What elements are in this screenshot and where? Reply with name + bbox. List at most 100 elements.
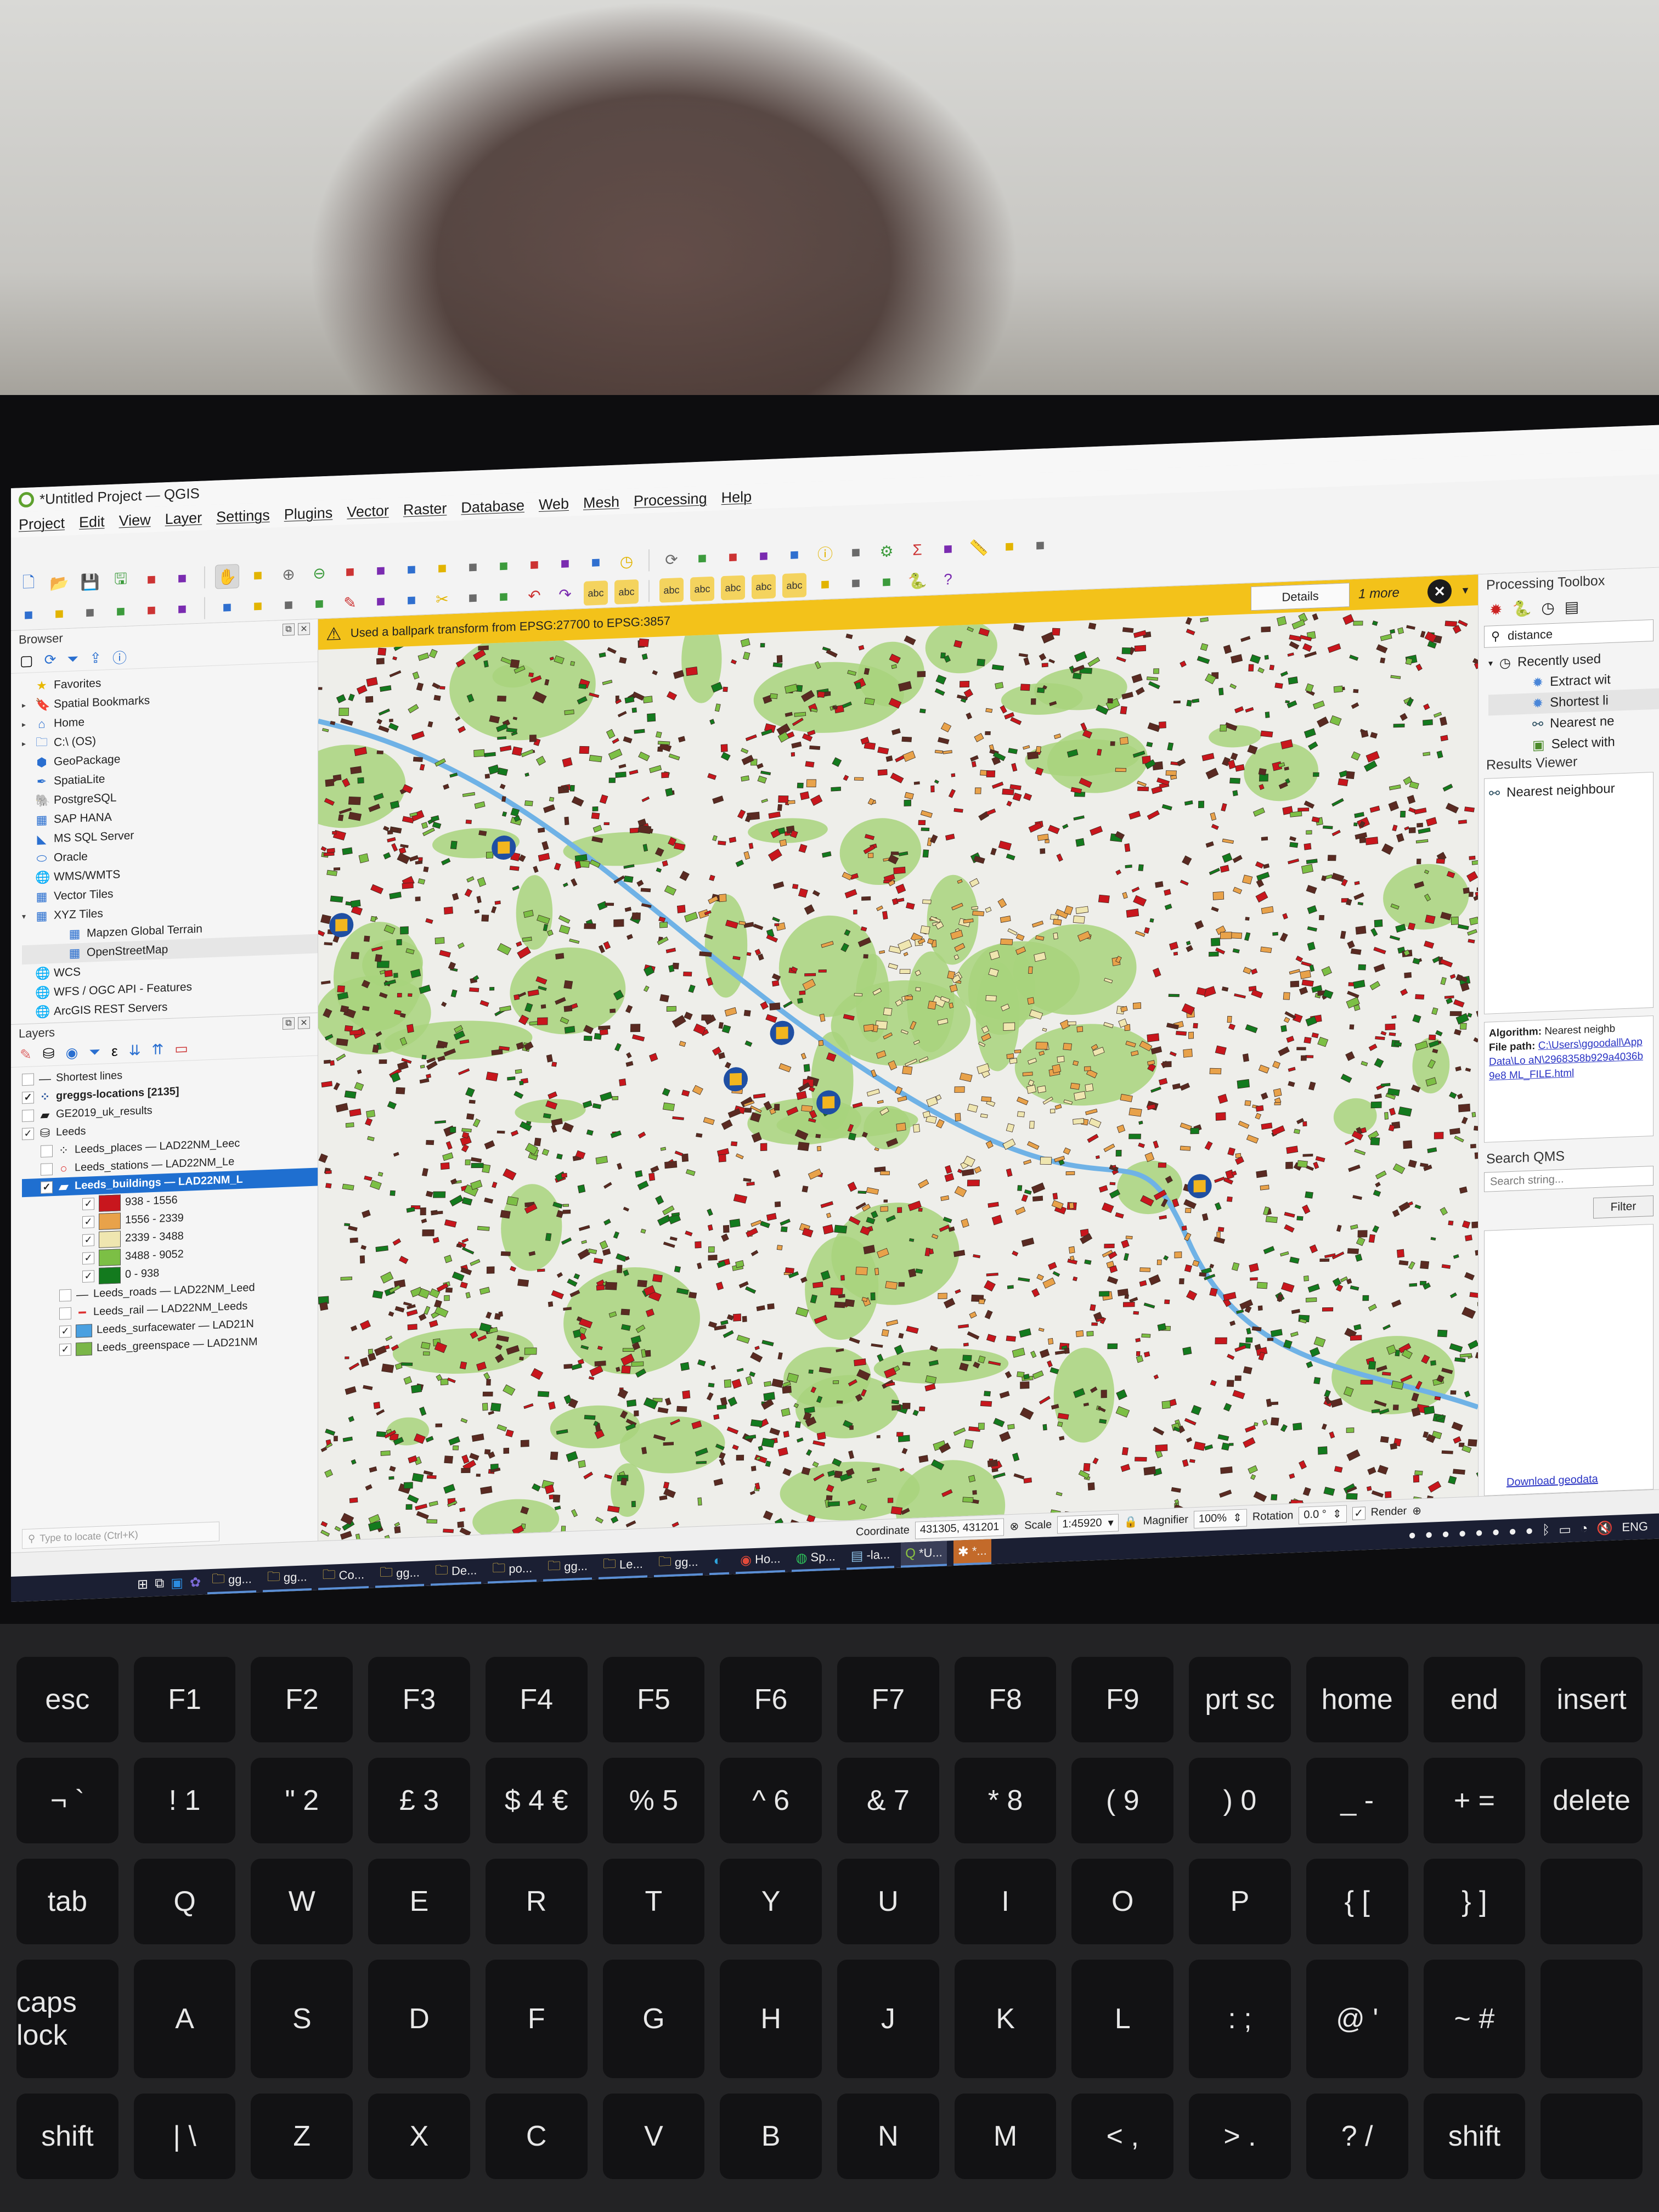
- expand-arrow-icon[interactable]: ▸: [22, 701, 30, 710]
- filter-expression-icon[interactable]: ε: [111, 1043, 118, 1060]
- input-language[interactable]: ENG: [1622, 1519, 1648, 1534]
- keyboard-key[interactable]: home: [1306, 1657, 1408, 1742]
- keyboard-key[interactable]: T: [602, 1859, 705, 1944]
- keyboard-key[interactable]: F6: [720, 1657, 822, 1742]
- tray-app-icon[interactable]: ●: [1408, 1528, 1417, 1544]
- checkbox-checked[interactable]: ✓: [82, 1269, 94, 1283]
- volume-muted-icon[interactable]: 🔇: [1596, 1520, 1613, 1536]
- remove-layer-icon[interactable]: ▭: [174, 1040, 188, 1058]
- add-selected-layers-icon[interactable]: ▢: [20, 652, 33, 669]
- mesh-layer-icon[interactable]: ■: [170, 596, 194, 622]
- keyboard-key[interactable]: D: [368, 1960, 470, 2078]
- processing-search[interactable]: ⚲ distance: [1484, 619, 1654, 648]
- add-group-icon[interactable]: ⛁: [43, 1045, 55, 1063]
- keyboard-key[interactable]: F: [485, 1960, 588, 2078]
- style-manager-icon[interactable]: ■: [170, 566, 194, 591]
- taskbar-app[interactable]: 🗀 gg...: [653, 1550, 703, 1577]
- open-project-icon[interactable]: 📂: [47, 571, 71, 596]
- checkbox-checked[interactable]: ✓: [22, 1091, 34, 1104]
- scale-field[interactable]: 1:45920 ▾: [1057, 1513, 1119, 1534]
- keyboard-key[interactable]: F2: [251, 1657, 353, 1742]
- spatialite-icon[interactable]: ■: [109, 599, 133, 624]
- keyboard-key[interactable]: [1541, 1859, 1643, 1944]
- taskbar-app[interactable]: 🗀 gg...: [262, 1565, 312, 1593]
- checkbox-unchecked[interactable]: [41, 1144, 53, 1158]
- menu-help[interactable]: Help: [721, 488, 752, 506]
- identify-icon[interactable]: ⓘ: [813, 541, 837, 566]
- keyboard-key[interactable]: ^ 6: [720, 1758, 822, 1843]
- collapse-all-icon[interactable]: ⇈: [151, 1041, 163, 1058]
- keyboard-key[interactable]: P: [1189, 1859, 1291, 1944]
- taskbar-app[interactable]: Q *U...: [901, 1541, 947, 1568]
- menu-edit[interactable]: Edit: [79, 513, 105, 531]
- manage-visibility-icon[interactable]: ◉: [66, 1044, 78, 1062]
- checkbox-checked[interactable]: ✓: [41, 1181, 53, 1194]
- toggle-editing-icon[interactable]: ■: [276, 592, 301, 618]
- digitize-icon[interactable]: ✎: [338, 590, 362, 615]
- keyboard-key[interactable]: N: [837, 2094, 939, 2179]
- python-console-icon[interactable]: 🐍: [905, 568, 929, 594]
- keyboard-key[interactable]: A: [133, 1960, 236, 2078]
- keyboard-key[interactable]: V: [602, 2094, 705, 2179]
- keyboard-key[interactable]: " 2: [251, 1758, 353, 1843]
- filter-icon[interactable]: ⏷: [67, 650, 78, 668]
- pan-to-selection-icon[interactable]: ■: [246, 563, 270, 588]
- keyboard-key[interactable]: caps lock: [16, 1960, 119, 2078]
- checkbox-unchecked[interactable]: [22, 1109, 34, 1122]
- filter-legend-icon[interactable]: ⏷: [89, 1043, 100, 1061]
- help-icon[interactable]: ?: [936, 567, 960, 592]
- save-project-icon[interactable]: 💾: [78, 569, 102, 595]
- menu-mesh[interactable]: Mesh: [583, 493, 619, 512]
- keyboard-key[interactable]: delete: [1541, 1758, 1643, 1843]
- move-label-icon[interactable]: abc: [721, 575, 745, 601]
- save-as-icon[interactable]: 🖫: [109, 568, 133, 593]
- save-edits-icon[interactable]: ■: [307, 591, 331, 617]
- new-3d-view-icon[interactable]: ■: [584, 550, 608, 575]
- taskbar-app[interactable]: ▤ -la...: [846, 1543, 895, 1570]
- zoom-to-selection-icon[interactable]: ■: [369, 558, 393, 583]
- zoom-native-icon[interactable]: ■: [430, 556, 454, 581]
- paste-icon[interactable]: ■: [492, 584, 516, 610]
- measure-icon[interactable]: 📏: [967, 535, 991, 560]
- keyboard-key[interactable]: Q: [133, 1859, 236, 1944]
- float-panel-icon[interactable]: ⧉: [283, 1017, 295, 1030]
- close-panel-icon[interactable]: ✕: [298, 1017, 310, 1029]
- bluetooth-icon[interactable]: ᛒ: [1542, 1522, 1550, 1538]
- menu-settings[interactable]: Settings: [216, 506, 270, 526]
- keyboard-key[interactable]: F7: [837, 1657, 939, 1742]
- checkbox-checked[interactable]: ✓: [22, 1127, 34, 1140]
- undo-icon[interactable]: ↶: [522, 583, 546, 608]
- filter-button[interactable]: Filter: [1593, 1195, 1654, 1219]
- copy-icon[interactable]: ■: [461, 585, 485, 611]
- keyboard-key[interactable]: H: [720, 1960, 822, 2078]
- dropbox-icon[interactable]: ●: [1458, 1526, 1466, 1542]
- checkbox-checked[interactable]: ✓: [82, 1251, 94, 1265]
- current-edits-icon[interactable]: ■: [246, 594, 270, 619]
- teams-icon[interactable]: ✿: [190, 1574, 201, 1590]
- diagram-icon[interactable]: abc: [614, 579, 639, 605]
- taskbar-app[interactable]: ◉ Ho...: [736, 1547, 785, 1575]
- keyboard-key[interactable]: X: [368, 2094, 470, 2179]
- pin-label-icon[interactable]: abc: [659, 577, 684, 603]
- new-project-icon[interactable]: 🗋: [16, 572, 41, 597]
- keyboard-key[interactable]: { [: [1306, 1859, 1408, 1944]
- checkbox-checked[interactable]: ✓: [59, 1343, 71, 1356]
- keyboard-key[interactable]: F4: [485, 1657, 588, 1742]
- magnifier-field[interactable]: 100% ⇕: [1193, 1508, 1247, 1528]
- keyboard-key[interactable]: ¬ `: [16, 1758, 119, 1843]
- select-features-icon[interactable]: ■: [690, 546, 714, 571]
- keyboard-key[interactable]: G: [602, 1960, 705, 2078]
- map-tips-icon[interactable]: ■: [997, 534, 1022, 559]
- redo-icon[interactable]: ↷: [553, 582, 577, 607]
- keyboard-key[interactable]: + =: [1423, 1758, 1526, 1843]
- details-button[interactable]: Details: [1251, 583, 1350, 611]
- keyboard-key[interactable]: } ]: [1423, 1859, 1526, 1944]
- quickmapservices-icon[interactable]: ■: [813, 572, 837, 597]
- show-bookmarks-icon[interactable]: ■: [553, 551, 577, 576]
- keyboard-key[interactable]: % 5: [602, 1758, 705, 1843]
- menu-vector[interactable]: Vector: [347, 502, 389, 521]
- result-item[interactable]: ⚯ Nearest neighbour: [1489, 777, 1649, 804]
- keyboard-key[interactable]: R: [485, 1859, 588, 1944]
- taskbar-app[interactable]: 🗀 po...: [488, 1556, 537, 1584]
- menu-project[interactable]: Project: [19, 515, 65, 533]
